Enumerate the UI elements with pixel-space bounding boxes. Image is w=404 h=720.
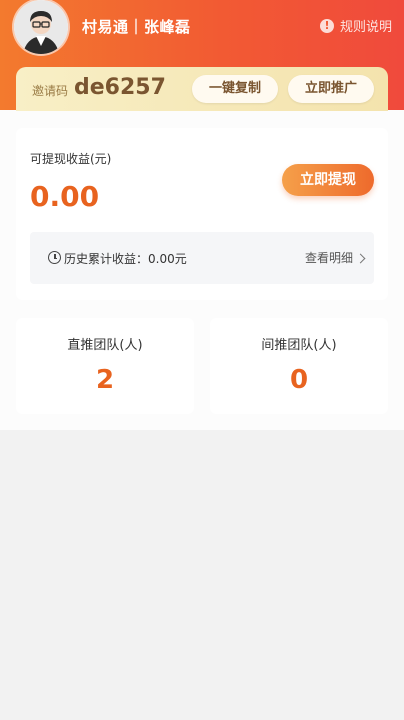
invite-code-bar: 邀请码 de6257 一键复制 立即推广 [16, 67, 388, 111]
indirect-team-label: 间推团队(人) [261, 338, 337, 353]
invite-code-label: 邀请码 [32, 84, 69, 98]
chevron-right-icon [355, 253, 366, 263]
history-earnings-text: 历史累计收益：0.00元 [64, 252, 187, 266]
direct-team-card[interactable]: 直推团队(人) 2 [16, 318, 194, 414]
info-icon: ! [319, 18, 334, 33]
direct-team-count: 2 [95, 365, 115, 395]
rules-label: 规则说明 [339, 20, 392, 35]
clock-icon [48, 251, 61, 264]
avatar[interactable] [14, 0, 68, 54]
history-earnings-bar[interactable]: 历史累计收益：0.00元 查看明细 [30, 232, 374, 284]
indirect-team-count: 0 [289, 365, 309, 395]
direct-team-label: 直推团队(人) [67, 338, 143, 353]
rules-link[interactable]: ! 规则说明 [319, 16, 392, 35]
user-name: 村易通｜张峰磊 [82, 18, 191, 36]
invite-code-value: de6257 [74, 75, 166, 100]
promote-button[interactable]: 立即推广 [288, 75, 374, 103]
view-details-link[interactable]: 查看明细 [304, 249, 366, 266]
copy-button[interactable]: 一键复制 [192, 75, 278, 103]
withdrawable-earnings-amount: 0.00 [30, 180, 100, 213]
indirect-team-card[interactable]: 间推团队(人) 0 [210, 318, 388, 414]
withdraw-button[interactable]: 立即提现 [282, 164, 374, 196]
view-details-label: 查看明细 [304, 251, 353, 265]
withdrawable-earnings-label: 可提现收益(元) [30, 152, 112, 166]
avatar-illustration-icon [14, 0, 68, 54]
earnings-card: 可提现收益(元) 0.00 立即提现 历史累计收益：0.00元 查看明细 [16, 128, 388, 300]
